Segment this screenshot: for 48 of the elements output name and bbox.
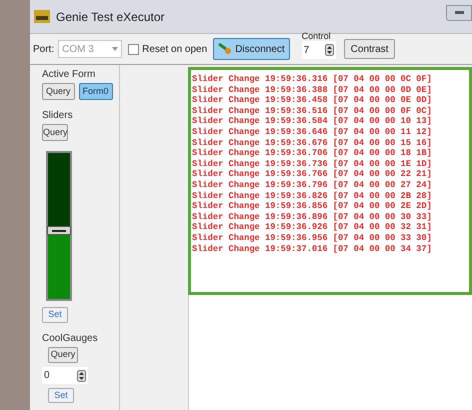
plug-icon — [218, 43, 232, 55]
query-button[interactable]: Query — [42, 124, 68, 141]
set-button[interactable]: Set — [42, 307, 68, 323]
form-button[interactable]: Query — [42, 83, 75, 100]
set-button[interactable]: Set — [48, 388, 74, 403]
checkbox[interactable] — [128, 44, 140, 54]
port-value: COM 3 — [62, 42, 94, 56]
gauge-value: 0 — [44, 369, 50, 383]
log-line: Slider Change 19:59:36.736 [07 04 00 00 1E 1D] — [192, 158, 433, 170]
minimize-icon — [454, 11, 464, 14]
slider-thumb[interactable] — [47, 226, 71, 236]
port-label: Port: — [33, 42, 54, 56]
log-line: Slider Change 19:59:36.316 [07 04 00 00 0C 0F] — [192, 74, 433, 85]
window-title: Genie Test eXecutor — [56, 8, 165, 26]
control-value: 7 — [304, 44, 310, 58]
section-label: Sliders — [42, 110, 74, 122]
log-line: Slider Change 19:59:36.516 [07 04 00 00 0F 0C] — [192, 106, 433, 116]
minimize-button[interactable] — [446, 4, 472, 20]
log-line: Slider Change 19:59:36.388 [07 04 00 00 0D 0E] — [192, 84, 433, 96]
gauge-value-spinner[interactable]: 0 — [42, 367, 88, 384]
log-line: Slider Change 19:59:36.956 [07 04 00 00 33 30] — [192, 232, 433, 244]
app-icon — [34, 10, 50, 23]
disconnect-button[interactable]: Disconnect — [213, 38, 290, 60]
contrast-button[interactable]: Contrast — [344, 39, 396, 59]
log-line: Slider Change 19:59:36.796 [07 04 00 00 27 24] — [192, 180, 433, 191]
log-line: Slider Change 19:59:36.856 [07 04 00 00 2E 2D] — [192, 201, 433, 212]
checkbox-label: Reset on open — [142, 42, 208, 56]
log-line: Slider Change 19:59:36.896 [07 04 00 00 30 33] — [192, 212, 433, 222]
log-line: Slider Change 19:59:36.458 [07 04 00 00 0E 0D] — [192, 95, 433, 106]
spinner-icon — [77, 370, 86, 382]
dropdown-arrow-icon — [112, 47, 118, 51]
log-line: Slider Change 19:59:36.676 [07 04 00 00 15 16] — [192, 138, 433, 148]
log-line: Slider Change 19:59:36.706 [07 04 00 00 18 1B] — [192, 148, 433, 159]
control-label: Control — [302, 31, 332, 41]
reset-checkbox[interactable]: Reset on open — [128, 42, 208, 56]
log-line: Slider Change 19:59:37.016 [07 04 00 00 34 37] — [192, 244, 433, 254]
spinner-icon — [324, 44, 334, 56]
control-spinner[interactable]: 7 — [302, 41, 336, 59]
slider-track[interactable] — [46, 151, 72, 301]
log-line: Slider Change 19:59:36.766 [07 04 00 00 22 21] — [192, 169, 433, 180]
query-button[interactable]: Query — [48, 347, 78, 363]
section-label: CoolGauges — [42, 333, 99, 345]
log-line: Slider Change 19:59:36.926 [07 04 00 00 32 31] — [192, 222, 433, 233]
form-button[interactable]: Form0 — [78, 83, 113, 100]
section-label: Active Form — [42, 69, 96, 81]
log-line: Slider Change 19:59:36.826 [07 04 00 00 2B 28] — [192, 190, 433, 202]
log-line: Slider Change 19:59:36.584 [07 04 00 00 10 13] — [192, 116, 433, 127]
log-line: Slider Change 19:59:36.646 [07 04 00 00 11 12] — [192, 126, 433, 138]
